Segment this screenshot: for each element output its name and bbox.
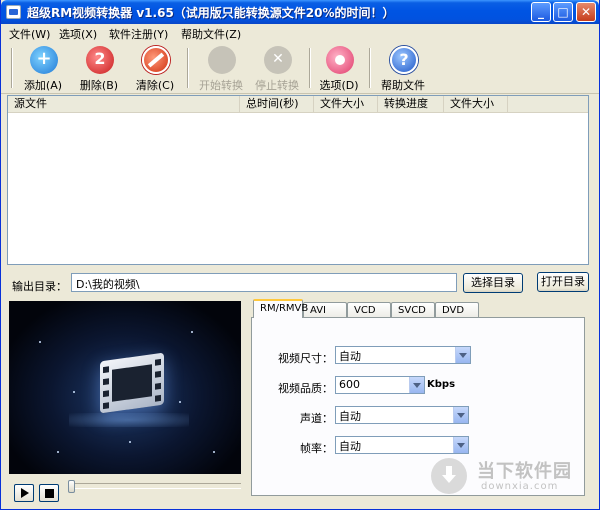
channel-value: 自动 xyxy=(339,410,361,423)
choose-dir-button[interactable]: 选择目录 xyxy=(463,273,523,293)
chevron-down-icon[interactable] xyxy=(409,377,424,393)
play-icon xyxy=(21,488,29,498)
tab-svcd[interactable]: SVCD xyxy=(391,302,435,318)
play-button[interactable] xyxy=(14,484,34,502)
options-button[interactable]: 选项(D) xyxy=(313,46,365,92)
framerate-select[interactable]: 自动 xyxy=(335,436,469,454)
delete-button[interactable]: 删除(B) xyxy=(73,46,125,92)
col-file-size[interactable]: 文件大小 xyxy=(314,96,378,113)
stop-icon xyxy=(45,489,54,498)
tab-dvd[interactable]: DVD xyxy=(435,302,479,318)
star-decoration xyxy=(179,401,181,403)
star-decoration xyxy=(213,451,215,453)
menu-file[interactable]: 文件(W) xyxy=(9,26,50,42)
app-window: 超级RM视频转换器 v1.65（试用版只能转换源文件20%的时间！） _ □ ✕… xyxy=(0,0,600,510)
preview-glow xyxy=(69,413,189,427)
framerate-value: 自动 xyxy=(339,440,361,453)
add-file-icon xyxy=(30,46,58,74)
start-convert-label: 开始转换 xyxy=(199,79,243,92)
clear-button-label: 清除(C) xyxy=(135,79,175,92)
open-dir-button[interactable]: 打开目录 xyxy=(537,272,589,292)
col-output-size[interactable]: 文件大小 xyxy=(444,96,508,113)
add-button[interactable]: 添加(A) xyxy=(17,46,69,92)
start-convert-icon xyxy=(208,46,236,74)
output-dir-label: 输出目录： xyxy=(12,280,67,293)
col-total-time[interactable]: 总时间(秒) xyxy=(240,96,314,113)
col-source-file[interactable]: 源文件 xyxy=(8,96,240,113)
chevron-down-icon[interactable] xyxy=(455,347,470,363)
help-icon xyxy=(390,46,418,74)
menu-options[interactable]: 选项(X) xyxy=(59,26,97,42)
video-size-label: 视频尺寸： xyxy=(278,352,333,365)
options-disc-icon xyxy=(326,46,354,74)
channel-select[interactable]: 自动 xyxy=(335,406,469,424)
toolbar-separator xyxy=(309,48,311,88)
watermark-url: downxia.com xyxy=(481,481,559,492)
minimize-icon: _ xyxy=(538,5,544,19)
stop-convert-label: 停止转换 xyxy=(255,79,299,92)
video-size-value: 自动 xyxy=(339,350,361,363)
menu-bar: 文件(W) 选项(X) 软件注册(Y) 帮助文件(Z) xyxy=(1,24,599,42)
source-file-list[interactable]: 源文件 总时间(秒) 文件大小 转换进度 文件大小 xyxy=(7,95,589,265)
close-button[interactable]: ✕ xyxy=(576,2,596,22)
output-dir-field[interactable]: D:\我的视频\ xyxy=(71,273,457,292)
chevron-down-icon[interactable] xyxy=(453,407,468,423)
options-button-label: 选项(D) xyxy=(319,79,359,92)
title-bar[interactable]: 超级RM视频转换器 v1.65（试用版只能转换源文件20%的时间！） _ □ ✕ xyxy=(1,0,599,24)
bitrate-unit: Kbps xyxy=(427,379,456,390)
chevron-down-icon[interactable] xyxy=(453,437,468,453)
film-clip-icon xyxy=(100,352,164,414)
framerate-label: 帧率： xyxy=(300,442,333,455)
close-icon: ✕ xyxy=(580,5,592,19)
col-progress[interactable]: 转换进度 xyxy=(378,96,444,113)
star-decoration xyxy=(73,391,75,393)
tab-vcd[interactable]: VCD xyxy=(347,302,391,318)
tab-rm-rmvb[interactable]: RM/RMVB xyxy=(253,299,308,318)
menu-register[interactable]: 软件注册(Y) xyxy=(109,26,168,42)
help-button-label: 帮助文件 xyxy=(381,79,425,92)
seek-track[interactable] xyxy=(71,483,241,489)
seek-slider-thumb[interactable] xyxy=(68,480,75,493)
toolbar: 添加(A) 删除(B) 清除(C) 开始转换 停止转换 选项(D) 帮助文件 xyxy=(1,42,599,94)
help-button[interactable]: 帮助文件 xyxy=(377,46,429,92)
video-size-select[interactable]: 自动 xyxy=(335,346,471,364)
star-decoration xyxy=(129,441,131,443)
toolbar-separator xyxy=(11,48,13,88)
video-quality-value: 600 xyxy=(339,378,360,391)
video-preview xyxy=(9,301,241,474)
star-decoration xyxy=(57,451,59,453)
stop-button[interactable] xyxy=(39,484,59,502)
maximize-icon: □ xyxy=(557,5,569,19)
download-arrow-icon xyxy=(442,466,456,484)
add-button-label: 添加(A) xyxy=(23,79,63,92)
video-quality-select[interactable]: 600 xyxy=(335,376,425,394)
window-title: 超级RM视频转换器 v1.65（试用版只能转换源文件20%的时间！） xyxy=(27,6,395,20)
start-convert-button[interactable]: 开始转换 xyxy=(195,46,247,92)
app-icon xyxy=(6,5,21,19)
menu-help[interactable]: 帮助文件(Z) xyxy=(181,26,241,42)
video-quality-label: 视频品质： xyxy=(278,382,333,395)
stop-convert-icon xyxy=(264,46,292,74)
maximize-button[interactable]: □ xyxy=(553,2,573,22)
toolbar-separator xyxy=(369,48,371,88)
minimize-button[interactable]: _ xyxy=(531,2,551,22)
watermark-title: 当下软件园 xyxy=(477,461,572,482)
list-header: 源文件 总时间(秒) 文件大小 转换进度 文件大小 xyxy=(8,96,588,113)
star-decoration xyxy=(191,331,193,333)
clear-icon xyxy=(142,46,170,74)
star-decoration xyxy=(39,341,41,343)
clear-button[interactable]: 清除(C) xyxy=(129,46,181,92)
channel-label: 声道： xyxy=(300,412,333,425)
delete-button-label: 删除(B) xyxy=(79,79,119,92)
toolbar-separator xyxy=(187,48,189,88)
tab-avi[interactable]: AVI xyxy=(303,302,347,318)
stop-convert-button[interactable]: 停止转换 xyxy=(251,46,303,92)
delete-file-icon xyxy=(86,46,114,74)
